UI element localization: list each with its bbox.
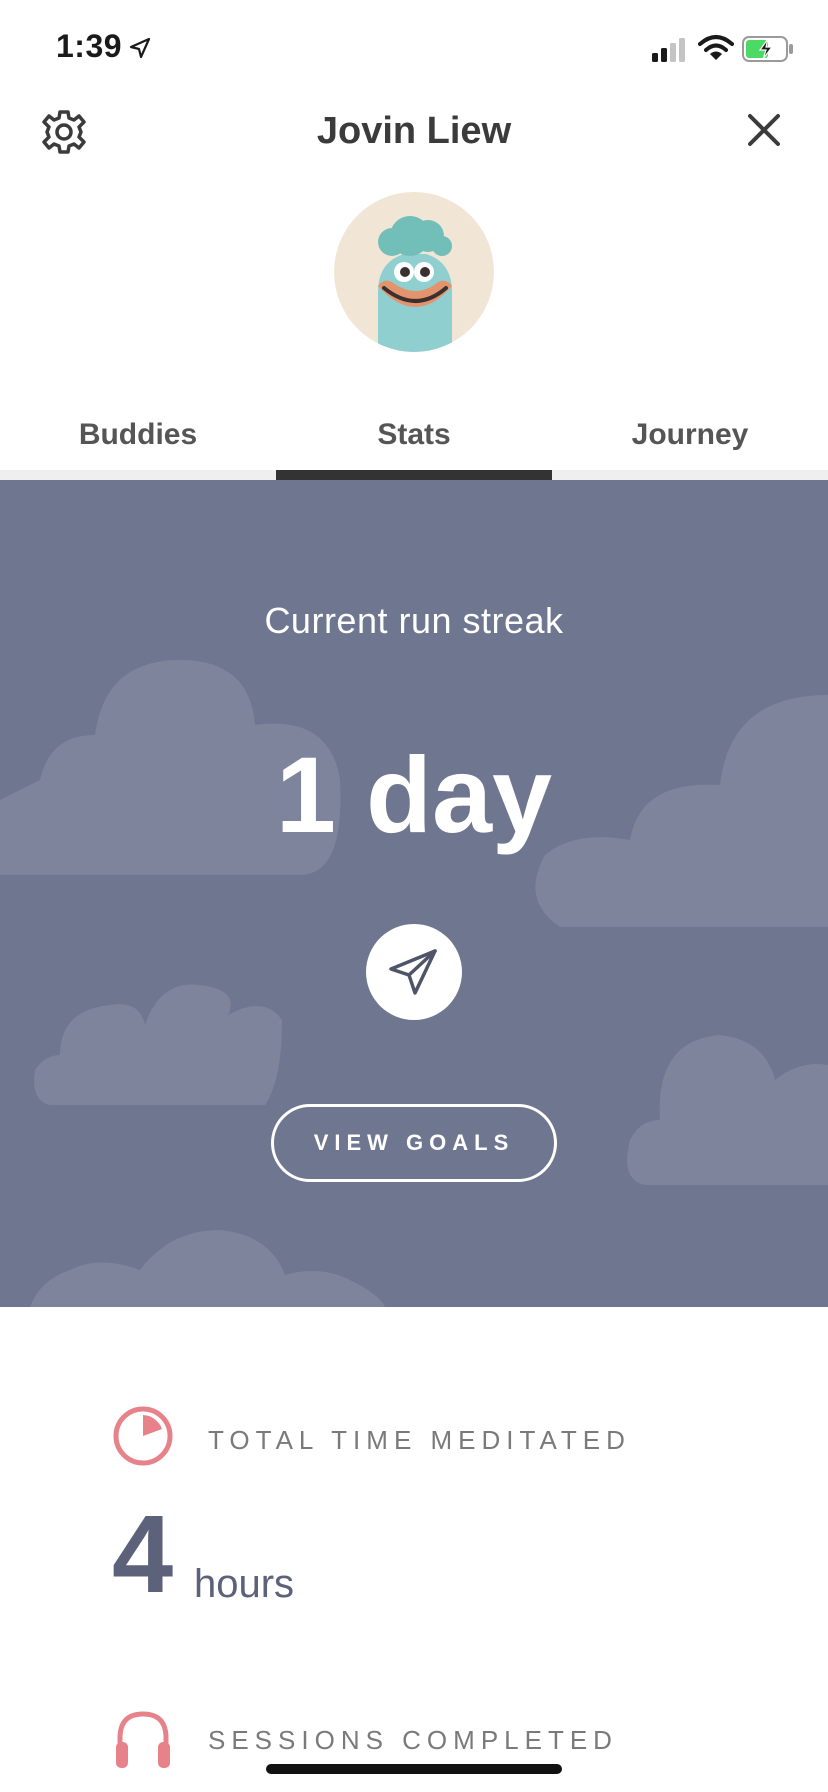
page-title: Jovin Liew	[316, 110, 512, 152]
close-icon[interactable]	[740, 106, 788, 154]
tab-journey[interactable]: Journey	[552, 395, 828, 475]
view-goals-button[interactable]: VIEW GOALS	[271, 1104, 557, 1182]
headphones-icon	[116, 1711, 170, 1768]
total-time-label: TOTAL TIME MEDITATED	[208, 1425, 631, 1455]
tab-buddies[interactable]: Buddies	[0, 395, 276, 475]
cellular-signal-icon	[652, 38, 685, 62]
streak-label: Current run streak	[264, 600, 564, 641]
location-arrow-icon	[129, 37, 151, 59]
total-time-value: 4	[112, 1493, 174, 1616]
home-indicator	[266, 1764, 562, 1774]
paper-plane-icon	[389, 949, 437, 995]
profile-tabs: Buddies Stats Journey	[0, 395, 828, 480]
tab-stats[interactable]: Stats	[276, 395, 552, 475]
avatar-character-icon	[378, 216, 452, 352]
streak-value: 1 day	[275, 734, 553, 855]
wifi-icon	[698, 35, 734, 60]
status-bar: 1:39	[0, 0, 828, 100]
sessions-completed-label: SESSIONS COMPLETED	[208, 1725, 618, 1755]
pie-clock-icon	[113, 1406, 173, 1466]
battery-charging-icon	[742, 36, 793, 62]
total-time-unit: hours	[194, 1562, 295, 1606]
active-tab-indicator	[276, 470, 552, 480]
share-streak-button[interactable]	[366, 924, 462, 1020]
avatar[interactable]	[334, 192, 494, 352]
status-time: 1:39	[56, 28, 123, 64]
streak-panel: Current run streak 1 day VIEW GOALS	[0, 480, 828, 1307]
